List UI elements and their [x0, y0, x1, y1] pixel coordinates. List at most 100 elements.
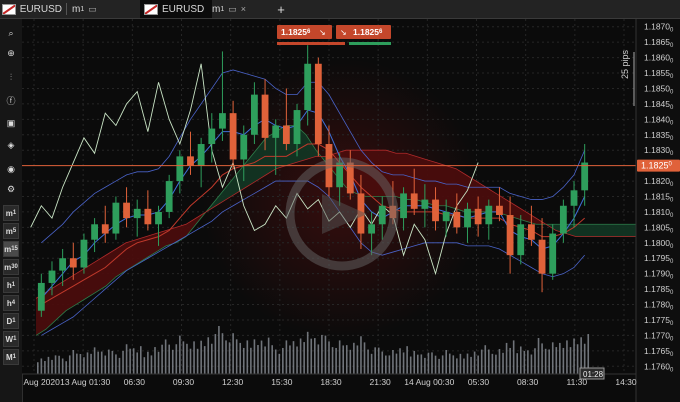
volume-bar [218, 326, 220, 374]
volume-bar [306, 331, 309, 374]
timeframe-h4-button[interactable]: h4 [3, 295, 19, 311]
volume-bar [47, 356, 50, 374]
time-tick-label: 05:30 [468, 377, 490, 387]
timeframe-m30-button[interactable]: m 30 [3, 259, 19, 275]
volume-bar [388, 355, 391, 374]
volume-bar [377, 347, 380, 374]
volume-bar [296, 346, 298, 374]
volume-bar [345, 345, 348, 374]
volume-bar [168, 344, 170, 374]
volume-bar [161, 344, 163, 374]
volume-bar [477, 355, 479, 374]
volume-bar [207, 337, 210, 374]
volume-bar [118, 357, 121, 374]
volume-bar [260, 340, 263, 374]
candle-bullish [549, 233, 557, 274]
tab-divider [66, 3, 67, 15]
volume-bar [132, 348, 135, 374]
volume-bar [93, 347, 96, 374]
cloud-segment-bullish [266, 131, 276, 175]
timeframe-h1-button[interactable]: h1 [3, 277, 19, 293]
volume-bar [321, 334, 323, 374]
volume-bar [125, 344, 128, 374]
volume-bar [292, 341, 295, 374]
candle-bullish [165, 181, 173, 212]
candle-bearish [432, 199, 439, 222]
current-price-tag: 1.18250 [637, 159, 680, 172]
volume-bar [278, 353, 281, 374]
facebook-icon[interactable]: ⓕ [3, 92, 19, 108]
candle-bearish [314, 63, 322, 145]
volume-bar [463, 358, 465, 374]
volume-bar [143, 357, 146, 374]
volume-bar [246, 340, 249, 374]
volume-bar [129, 348, 131, 374]
volume-bar [228, 342, 231, 374]
volume-bar [544, 348, 547, 374]
close-icon[interactable]: × [241, 4, 246, 14]
volume-bar [509, 347, 511, 374]
cloud-segment-bullish [606, 224, 616, 237]
volume-bar [363, 342, 366, 374]
eye-icon[interactable]: ◉ [3, 161, 19, 177]
volume-bar [495, 354, 497, 374]
price-tick-main: 1.1840 [644, 114, 670, 124]
volume-bar [186, 343, 188, 374]
candle-bullish [581, 162, 589, 191]
price-tick-main: 1.1845 [644, 99, 670, 109]
volume-bar [420, 354, 423, 374]
timeframe-m1-button[interactable]: m1 [3, 205, 19, 221]
zoom-icon[interactable]: ⊕ [3, 45, 19, 61]
volume-bar [193, 341, 195, 374]
tab-eurusd-1[interactable]: EURUSD [2, 0, 62, 18]
indicator-icon[interactable]: ⫶ [3, 69, 19, 85]
volume-bar [154, 347, 156, 374]
calendar-icon[interactable]: ▣ [3, 115, 19, 131]
volume-bar [516, 353, 519, 374]
candle-bearish [410, 193, 418, 209]
tab-timeframe-1[interactable]: m1 ▭ [72, 0, 136, 18]
tab-sub-label: 1 [220, 5, 225, 13]
add-tab-button[interactable]: + [274, 0, 288, 18]
volume-bar [282, 347, 284, 374]
candle-bullish [37, 282, 45, 311]
price-chart[interactable]: 1.187001.186501.186001.185501.185001.184… [22, 19, 680, 402]
tab-timeframe-2[interactable]: m1 ▭ × [212, 0, 270, 18]
candle-bullish [133, 208, 141, 219]
cloud-segment-bullish [596, 224, 606, 237]
time-tick-label: 21:30 [370, 377, 392, 387]
volume-bar [274, 349, 277, 374]
volume-bar [150, 355, 153, 374]
layers-icon[interactable]: ◈ [3, 137, 19, 153]
search-icon[interactable]: ⌕ [3, 25, 19, 41]
timeframe-mn1-button[interactable]: M1 [3, 349, 19, 365]
timeframe-m15-button[interactable]: m 15 [3, 241, 19, 257]
volume-bar [498, 349, 501, 374]
price-tick-main: 1.1865 [644, 37, 670, 47]
pin-icon[interactable]: ▭ [88, 4, 97, 15]
pin-icon[interactable]: ▭ [228, 4, 237, 15]
volume-bar [90, 353, 92, 374]
volume-bar [221, 333, 224, 374]
volume-bar [395, 353, 398, 374]
volume-bar [335, 347, 337, 374]
volume-bar [381, 351, 384, 374]
volume-bar [289, 345, 291, 374]
price-tick-main: 1.1795 [644, 253, 670, 263]
volume-bar [445, 350, 447, 374]
volume-bar [317, 344, 320, 374]
timeframe-d1-button[interactable]: D1 [3, 313, 19, 329]
timeframe-w1-button[interactable]: W1 [3, 331, 19, 347]
volume-bar [232, 333, 234, 374]
volume-bar [413, 350, 416, 374]
volume-bar [370, 353, 373, 374]
price-tick-main: 1.1765 [644, 346, 670, 356]
volume-bar [179, 335, 181, 374]
settings-icon[interactable]: ⚙ [3, 181, 19, 197]
volume-bar [502, 352, 504, 374]
sell-price: 1.18256 [281, 27, 311, 37]
timeframe-m5-button[interactable]: m5 [3, 223, 19, 239]
tab-label: EURUSD [162, 3, 205, 15]
tab-eurusd-active[interactable]: EURUSD [140, 0, 212, 18]
price-tick-main: 1.1775 [644, 315, 670, 325]
